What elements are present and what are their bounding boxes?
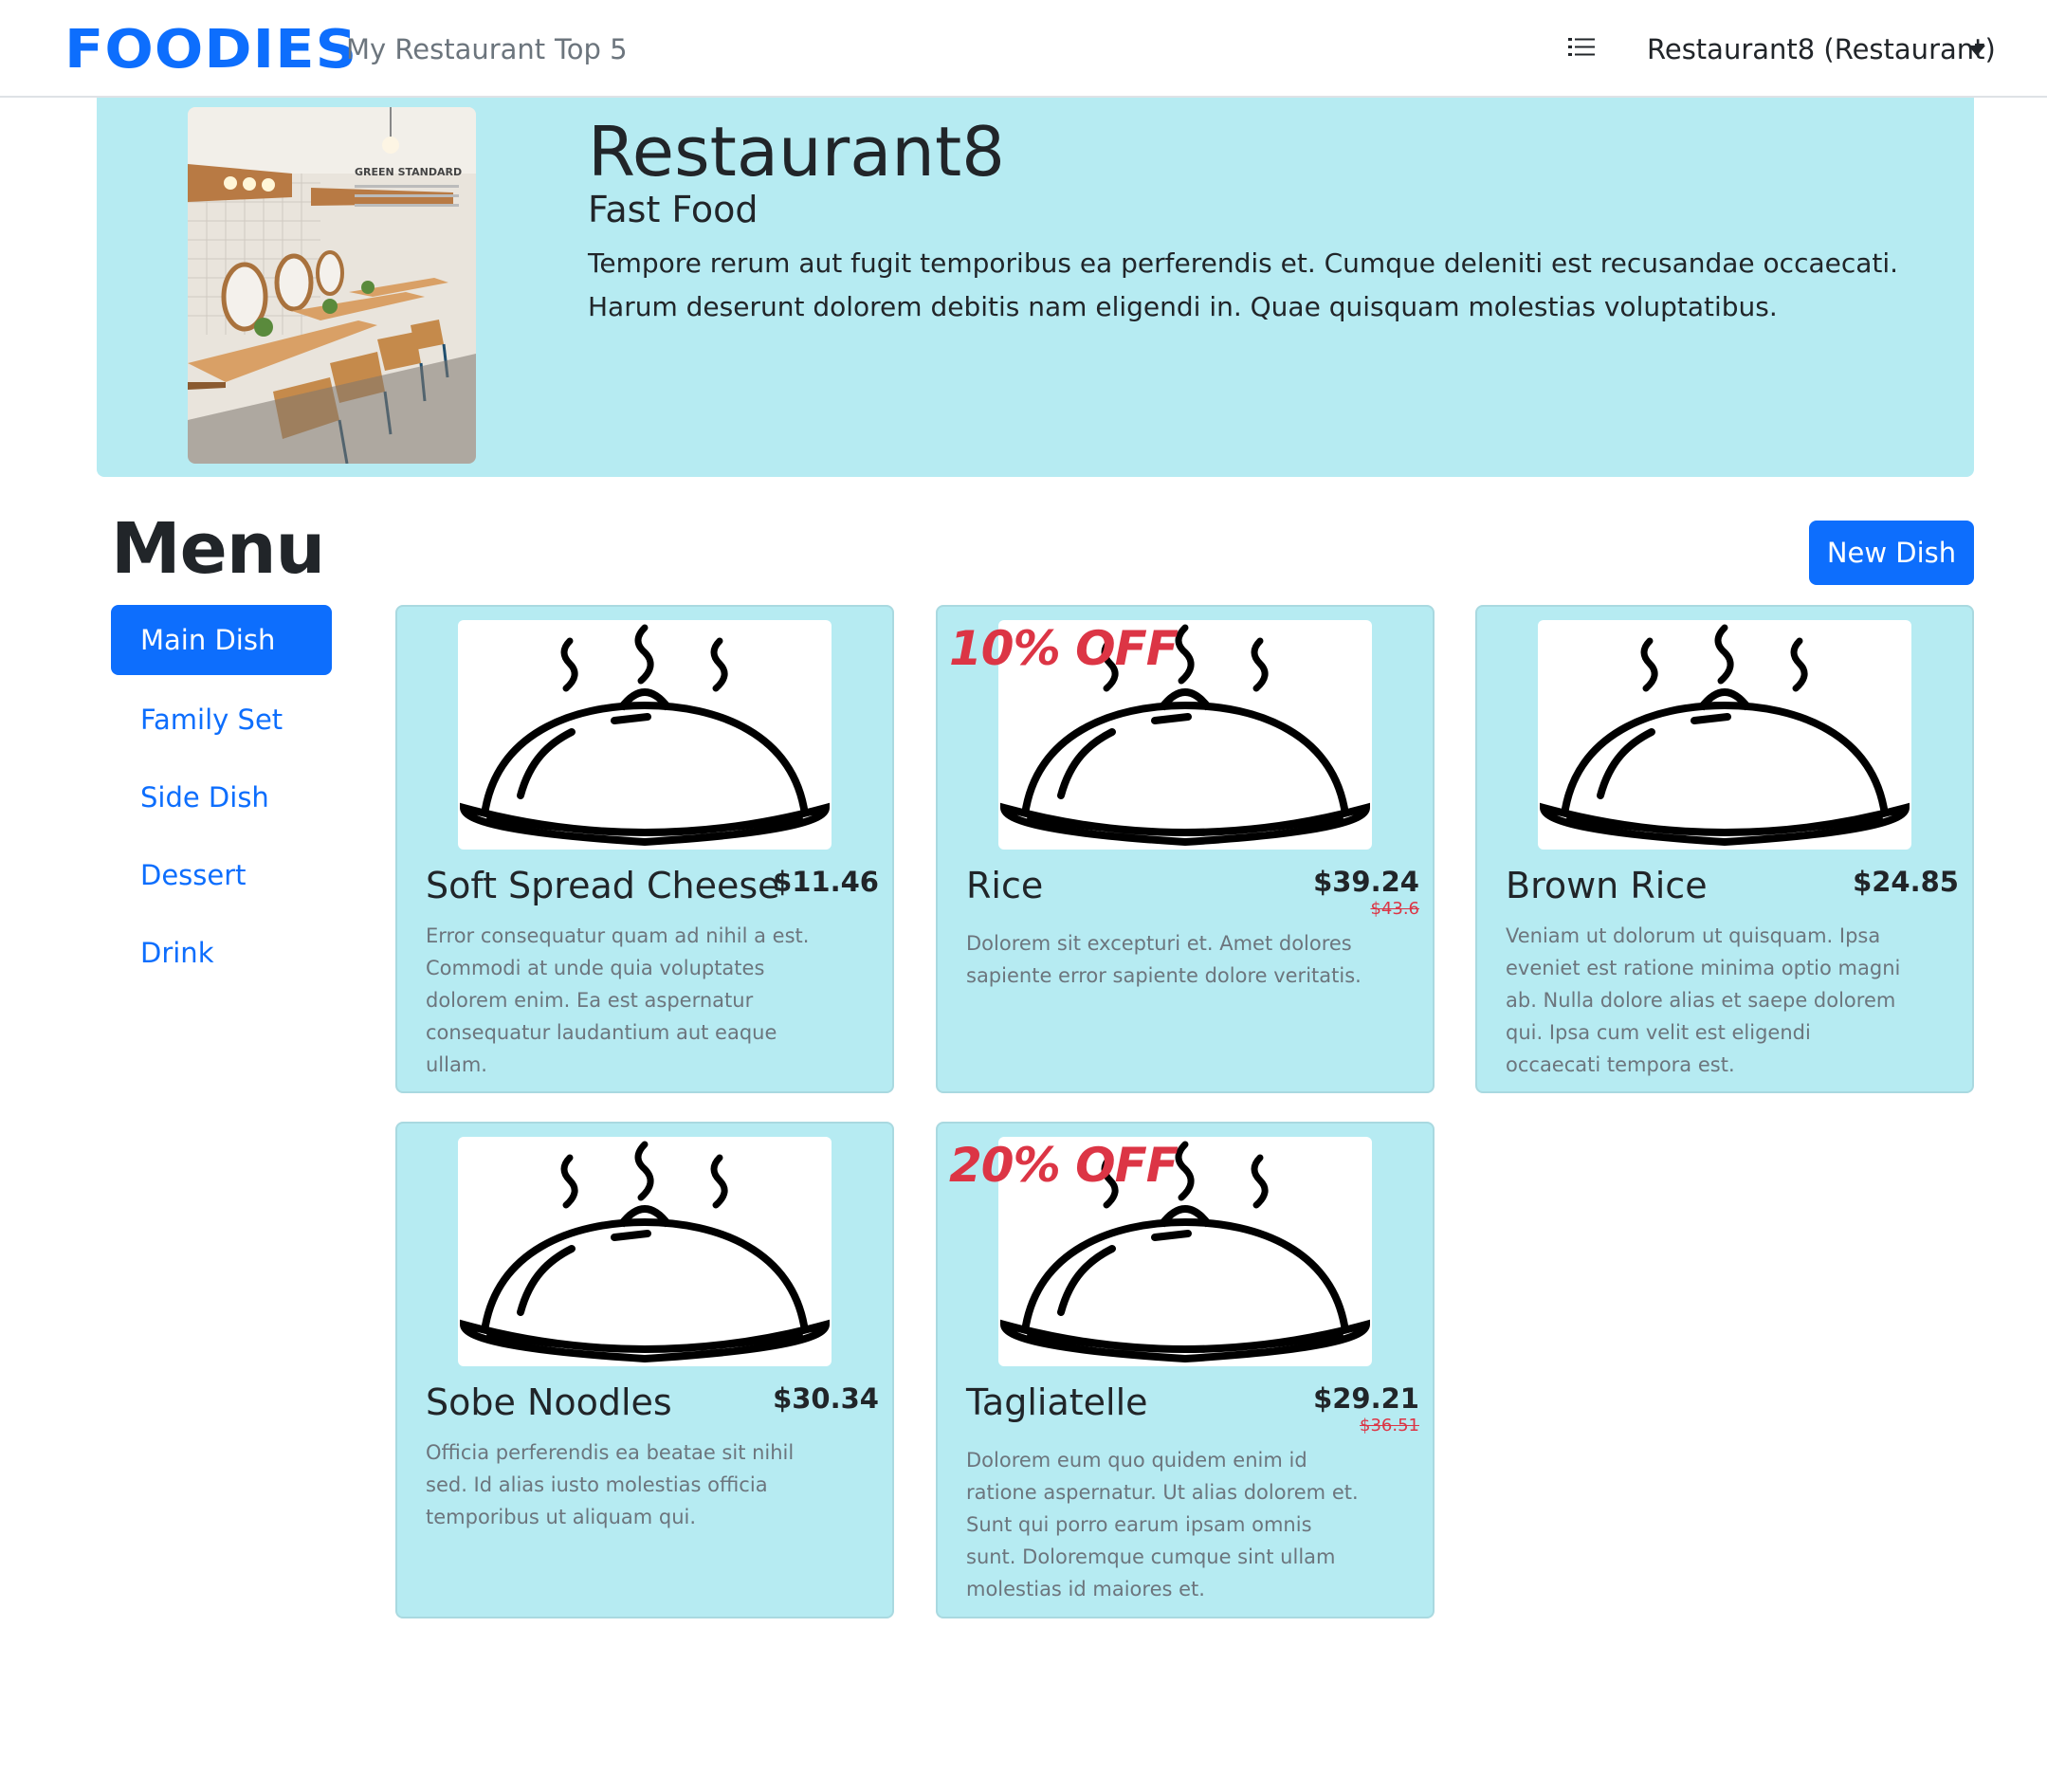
nav-top-5[interactable]: Top 5	[555, 32, 628, 66]
restaurant-type: Fast Food	[588, 189, 758, 230]
discount-badge: 20% OFF	[949, 1138, 1179, 1193]
dish-price: $11.46	[773, 866, 879, 898]
dish-price: $30.34	[773, 1382, 879, 1415]
list-icon[interactable]	[1568, 36, 1595, 59]
dish-original-price: $43.6	[1370, 899, 1419, 919]
restaurant-description: Tempore rerum aut fugit temporibus ea pe…	[588, 247, 1899, 322]
cloche-icon	[458, 620, 832, 850]
dish-price: $39.24	[1313, 866, 1419, 898]
restaurant-photo: GREEN STANDARD	[188, 107, 476, 464]
category-dessert[interactable]: Dessert	[111, 840, 332, 910]
dish-name: Rice	[966, 865, 1044, 906]
dish-card[interactable]: Soft Spread Cheese $11.46 Error consequa…	[395, 605, 894, 1093]
category-drink[interactable]: Drink	[111, 918, 332, 988]
dish-name: Tagliatelle	[966, 1381, 1148, 1423]
category-family-set[interactable]: Family Set	[111, 685, 332, 755]
dish-card[interactable]: Brown Rice $24.85 Veniam ut dolorum ut q…	[1475, 605, 1974, 1093]
cloche-icon	[1538, 620, 1911, 850]
restaurant-header: GREEN STANDARD Restaurant8 Fast Food Tem…	[97, 98, 1974, 477]
user-menu-dropdown[interactable]: Restaurant8 (Restaurant)	[1647, 32, 1996, 66]
dish-card[interactable]: 10% OFF Rice $39.24 $43.6 Dolorem sit ex…	[936, 605, 1435, 1093]
dish-description: Officia perferendis ea beatae sit nihil …	[426, 1441, 795, 1528]
cloche-icon	[458, 1137, 832, 1366]
dish-price: $29.21	[1313, 1382, 1419, 1415]
dish-original-price: $36.51	[1360, 1416, 1419, 1435]
brand-logo[interactable]: FOODIES	[64, 21, 357, 80]
category-main-dish[interactable]: Main Dish	[111, 605, 332, 675]
dish-image	[458, 1137, 832, 1366]
dish-card[interactable]: Sobe Noodles $30.34 Officia perferendis …	[395, 1122, 894, 1618]
photo-sign-text: GREEN STANDARD	[355, 166, 462, 178]
menu-title: Menu	[111, 508, 325, 590]
category-side-dish[interactable]: Side Dish	[111, 762, 332, 832]
restaurant-name: Restaurant8	[588, 112, 1005, 192]
nav-my-restaurant[interactable]: My Restaurant	[346, 32, 545, 66]
new-dish-button[interactable]: New Dish	[1809, 521, 1974, 585]
dish-description: Error consequatur quam ad nihil a est. C…	[426, 924, 810, 1076]
caret-down-icon[interactable]	[1968, 46, 1985, 56]
dish-name: Sobe Noodles	[426, 1381, 672, 1423]
dish-name: Soft Spread Cheese	[426, 865, 780, 906]
dish-image	[458, 620, 832, 850]
dish-price: $24.85	[1853, 866, 1959, 898]
dish-name: Brown Rice	[1506, 865, 1708, 906]
dish-description: Dolorem sit excepturi et. Amet dolores s…	[966, 932, 1362, 987]
dish-card[interactable]: 20% OFF Tagliatelle $29.21 $36.51 Dolore…	[936, 1122, 1435, 1618]
dish-description: Veniam ut dolorum ut quisquam. Ipsa even…	[1506, 924, 1901, 1076]
discount-badge: 10% OFF	[949, 621, 1179, 676]
dish-image	[1538, 620, 1911, 850]
dish-description: Dolorem eum quo quidem enim id ratione a…	[966, 1449, 1359, 1600]
top-navbar: FOODIES My Restaurant Top 5 Restaurant8 …	[0, 0, 2047, 98]
